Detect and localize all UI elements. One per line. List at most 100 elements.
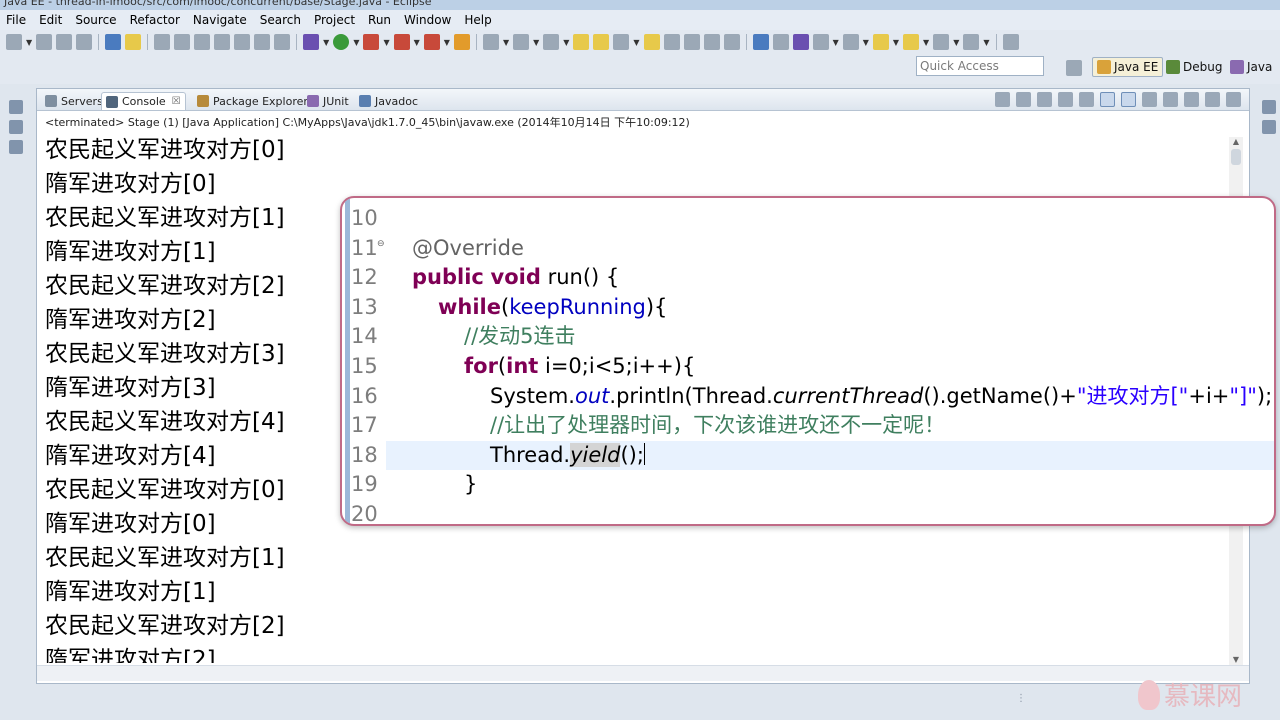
forward-icon[interactable] [903,34,920,50]
quick-access-input[interactable]: Quick Access [916,56,1044,76]
open-task-icon[interactable] [453,34,470,50]
resize-handle[interactable]: ⋮ [1016,693,1026,704]
toggle-mark-icon[interactable] [154,34,171,50]
pin-icon[interactable] [683,34,700,50]
external-dropdown-icon[interactable]: ▼ [414,38,420,47]
search-tool-icon[interactable] [613,34,630,50]
new-class-icon[interactable] [513,34,530,50]
run-dropdown-icon[interactable]: ▼ [353,38,359,47]
search-dropdown-icon[interactable]: ▼ [633,38,639,47]
external-tools-icon[interactable] [393,34,410,50]
perspective-debug[interactable]: Debug [1166,57,1222,77]
pin-editor-icon[interactable] [1002,34,1019,50]
back-icon[interactable] [872,34,889,50]
pin-console-icon[interactable] [1142,92,1157,107]
history-forward-icon[interactable] [963,34,980,50]
menu-window[interactable]: Window [404,13,451,27]
task-list-icon[interactable] [1262,120,1276,134]
last-edit-icon[interactable] [812,34,829,50]
list-icon[interactable] [723,34,740,50]
menu-file[interactable]: File [6,13,26,27]
perspective-javaee[interactable]: Java EE [1092,57,1164,77]
new-icon[interactable] [6,34,22,50]
menu-help[interactable]: Help [464,13,491,27]
server-dropdown-icon[interactable]: ▼ [444,38,450,47]
history-forward-dropdown-icon[interactable]: ▼ [983,38,989,47]
remove-all-icon[interactable] [1037,92,1052,107]
terminate-icon[interactable] [995,92,1010,107]
save-all-icon[interactable] [56,34,73,50]
open-perspective-icon[interactable] [1066,60,1082,76]
minimize-icon[interactable] [1205,92,1220,107]
resume-icon[interactable] [254,34,271,50]
run-icon[interactable] [333,34,350,50]
tab-junit[interactable]: JUnit [303,92,353,110]
show-on-stderr-icon[interactable] [1121,92,1136,107]
class-dropdown-icon[interactable]: ▼ [533,38,539,47]
scroll-lock-icon[interactable] [1079,92,1094,107]
open-console-icon[interactable] [1184,92,1199,107]
tab-servers[interactable]: Servers [41,92,107,110]
package-dropdown-icon[interactable]: ▼ [563,38,569,47]
history-back-icon[interactable] [933,34,950,50]
project-explorer-icon[interactable] [9,120,23,134]
debug-icon[interactable] [303,34,320,50]
coverage-icon[interactable] [363,34,380,50]
format-icon[interactable] [703,34,720,50]
menu-source[interactable]: Source [75,13,116,27]
scrollbar-thumb[interactable] [1231,149,1241,165]
save-icon[interactable] [36,34,53,50]
database-icon[interactable] [792,34,809,50]
tab-package-explorer[interactable]: Package Explorer [193,92,312,110]
toggle-block-icon[interactable] [174,34,191,50]
project-dropdown-icon[interactable]: ▼ [503,38,509,47]
debug-dropdown-icon[interactable]: ▼ [323,38,329,47]
new-java-project-icon[interactable] [482,34,499,50]
outline-icon[interactable] [9,140,23,154]
perspective-java[interactable]: Java [1230,57,1272,77]
forward-dropdown-icon[interactable]: ▼ [923,38,929,47]
fold-icon[interactable]: ⊖ [377,230,385,260]
show-on-stdout-icon[interactable] [1100,92,1115,107]
remove-launch-icon[interactable] [1016,92,1031,107]
console-horizontal-scrollbar[interactable] [37,665,1249,681]
menu-navigate[interactable]: Navigate [193,13,247,27]
skip-breakpoints-icon[interactable] [234,34,251,50]
display-console-icon[interactable] [1163,92,1178,107]
menu-run[interactable]: Run [368,13,391,27]
clear-console-icon[interactable] [1058,92,1073,107]
globe-icon[interactable] [752,34,769,50]
menu-project[interactable]: Project [314,13,355,27]
open-file-icon[interactable] [593,34,610,50]
annotation-prev-icon[interactable] [214,34,231,50]
print-icon[interactable] [76,34,93,50]
open-folder-icon[interactable] [573,34,590,50]
menu-search[interactable]: Search [260,13,301,27]
annotation-dropdown-icon[interactable]: ▼ [863,38,869,47]
back-dropdown-icon[interactable]: ▼ [893,38,899,47]
coverage-dropdown-icon[interactable]: ▼ [383,38,389,47]
tab-javadoc[interactable]: Javadoc [355,92,422,110]
history-dropdown-icon[interactable]: ▼ [953,38,959,47]
server-icon[interactable] [423,34,440,50]
close-icon[interactable]: ☒ [172,96,181,107]
edit-dropdown-icon[interactable]: ▼ [833,38,839,47]
restore-icon[interactable] [9,100,23,114]
new-dropdown-icon[interactable]: ▼ [26,38,32,47]
web-service-icon[interactable] [772,34,789,50]
suspend-icon[interactable] [274,34,291,50]
scroll-up-icon[interactable]: ▲ [1229,137,1243,149]
code-editor[interactable]: @Override public void run() { while(keep… [386,204,1274,524]
open-type-icon[interactable] [125,34,142,50]
menu-edit[interactable]: Edit [39,13,62,27]
restore-right-icon[interactable] [1262,100,1276,114]
menu-refactor[interactable]: Refactor [130,13,180,27]
debug-tool-icon[interactable] [105,34,122,50]
annotation-next-icon[interactable] [194,34,211,50]
open-perspective-tool-icon[interactable] [643,34,660,50]
tab-console[interactable]: Console ☒ [101,92,186,110]
new-package-icon[interactable] [543,34,560,50]
edit-icon[interactable] [663,34,680,50]
maximize-icon[interactable] [1226,92,1241,107]
next-annotation-icon[interactable] [842,34,859,50]
